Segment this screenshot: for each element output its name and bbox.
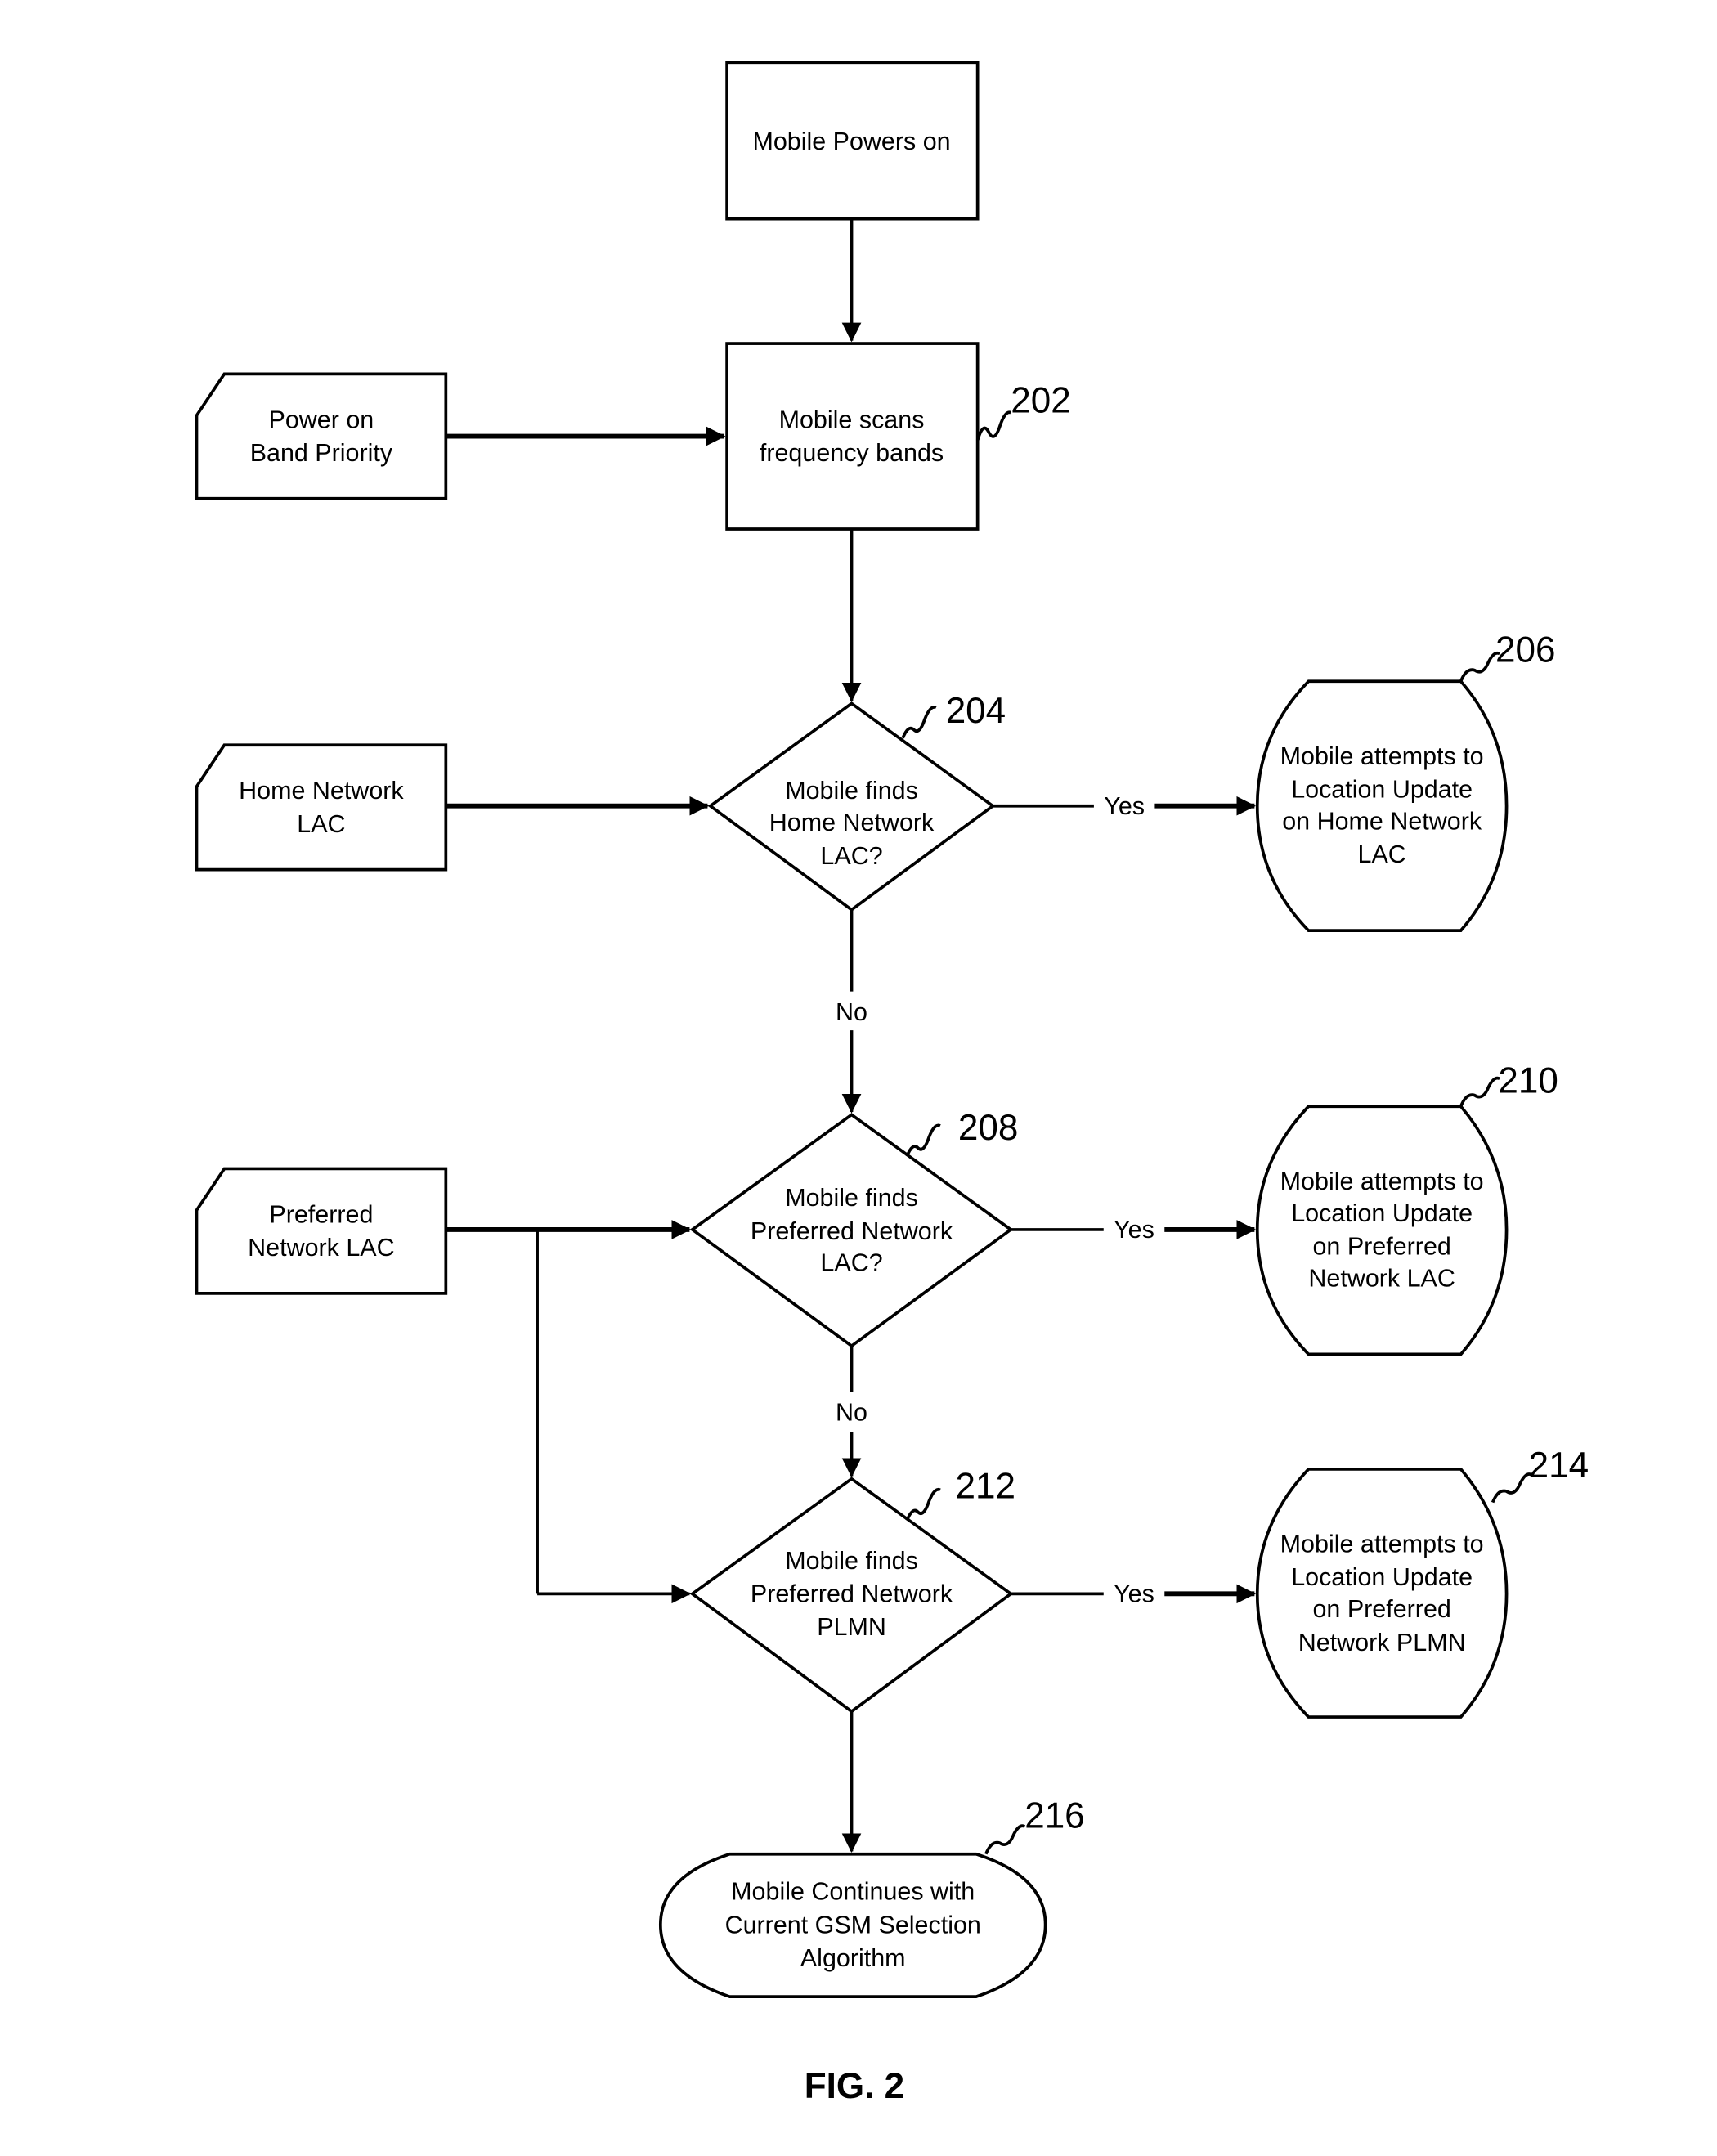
update-home-label-4: LAC bbox=[1358, 840, 1406, 868]
ref-216: 216 bbox=[1024, 1796, 1084, 1836]
node-decision-pref-plmn: Mobile finds Preferred Network PLMN 212 bbox=[689, 1466, 1015, 1714]
decision-pref-lac-label-1: Mobile finds bbox=[785, 1184, 918, 1212]
decision-home-label-2: Home Network bbox=[769, 809, 935, 836]
edge-label-yes-pref-lac: Yes bbox=[1114, 1216, 1154, 1244]
ref-leader-214 bbox=[1491, 1472, 1532, 1504]
ref-214: 214 bbox=[1529, 1446, 1589, 1486]
flowchart: Mobile Powers on Mobile scans frequency … bbox=[195, 61, 1589, 2106]
decision-pref-lac-label-2: Preferred Network bbox=[751, 1217, 953, 1245]
node-power-on: Mobile Powers on bbox=[725, 61, 980, 221]
ref-210: 210 bbox=[1498, 1060, 1558, 1100]
ref-204: 204 bbox=[946, 691, 1006, 731]
ref-leader-202 bbox=[975, 410, 1012, 442]
node-pref-lac-input: Preferred Network LAC bbox=[195, 1167, 448, 1295]
home-lac-input-label-1: Home Network bbox=[239, 777, 404, 805]
ref-212: 212 bbox=[956, 1466, 1015, 1506]
update-pref-plmn-label-1: Mobile attempts to bbox=[1280, 1531, 1484, 1558]
decision-pref-plmn-label-1: Mobile finds bbox=[785, 1547, 918, 1575]
edge-label-yes-pref-plmn: Yes bbox=[1114, 1580, 1154, 1608]
ref-leader-208 bbox=[905, 1123, 941, 1157]
edge-label-no-pref-lac: No bbox=[836, 1399, 867, 1427]
node-power-on-label: Mobile Powers on bbox=[752, 128, 950, 155]
update-pref-lac-label-1: Mobile attempts to bbox=[1280, 1168, 1484, 1195]
ref-208: 208 bbox=[958, 1108, 1018, 1148]
home-lac-input-label-2: LAC bbox=[297, 810, 345, 838]
pref-lac-input-label-2: Network LAC bbox=[248, 1234, 394, 1262]
update-pref-plmn-label-3: on Preferred bbox=[1312, 1595, 1450, 1623]
node-update-pref-lac: Mobile attempts to Location Update on Pr… bbox=[1255, 1060, 1558, 1356]
continue-gsm-label-2: Current GSM Selection bbox=[725, 1911, 981, 1939]
decision-pref-plmn-label-2: Preferred Network bbox=[751, 1580, 953, 1608]
edge-label-yes-home: Yes bbox=[1104, 792, 1145, 820]
ref-leader-216 bbox=[984, 1824, 1026, 1855]
update-home-label-3: on Home Network bbox=[1282, 808, 1482, 836]
ref-202: 202 bbox=[1011, 381, 1070, 421]
ref-leader-212 bbox=[905, 1487, 941, 1522]
update-pref-lac-label-2: Location Update bbox=[1291, 1199, 1473, 1227]
continue-gsm-label-3: Algorithm bbox=[800, 1944, 906, 1972]
node-update-home: Mobile attempts to Location Update on Ho… bbox=[1255, 630, 1555, 932]
decision-home-label-3: LAC? bbox=[820, 842, 882, 870]
decision-pref-plmn-label-3: PLMN bbox=[817, 1613, 886, 1641]
update-pref-lac-label-4: Network LAC bbox=[1308, 1264, 1455, 1292]
node-band-priority-label-2: Band Priority bbox=[250, 439, 393, 467]
ref-leader-206 bbox=[1459, 651, 1500, 683]
node-scan-label-2: frequency bands bbox=[760, 439, 944, 467]
figure-caption: FIG. 2 bbox=[805, 2066, 904, 2106]
update-home-label-2: Location Update bbox=[1291, 776, 1473, 804]
update-pref-plmn-label-4: Network PLMN bbox=[1298, 1629, 1466, 1656]
node-decision-pref-lac: Mobile finds Preferred Network LAC? 208 bbox=[689, 1108, 1018, 1348]
node-scan: Mobile scans frequency bands 202 bbox=[725, 342, 1071, 531]
decision-home-label-1: Mobile finds bbox=[785, 777, 918, 805]
edge-label-no-home: No bbox=[836, 998, 867, 1026]
pref-lac-input-label-1: Preferred bbox=[269, 1200, 373, 1228]
node-home-lac-input: Home Network LAC bbox=[195, 743, 448, 872]
ref-206: 206 bbox=[1495, 630, 1555, 670]
ref-leader-204 bbox=[901, 706, 937, 739]
update-home-label-1: Mobile attempts to bbox=[1280, 742, 1484, 770]
node-decision-home: Mobile finds Home Network LAC? 204 bbox=[707, 691, 1006, 912]
node-continue-gsm: Mobile Continues with Current GSM Select… bbox=[658, 1796, 1085, 1999]
ref-leader-210 bbox=[1459, 1076, 1500, 1107]
node-update-pref-plmn: Mobile attempts to Location Update on Pr… bbox=[1255, 1446, 1589, 1719]
node-band-priority: Power on Band Priority bbox=[195, 372, 448, 500]
update-pref-plmn-label-2: Location Update bbox=[1291, 1563, 1473, 1591]
node-band-priority-label-1: Power on bbox=[269, 406, 374, 433]
node-scan-label-1: Mobile scans bbox=[779, 406, 925, 433]
continue-gsm-label-1: Mobile Continues with bbox=[731, 1878, 975, 1906]
decision-pref-lac-label-3: LAC? bbox=[820, 1249, 882, 1277]
update-pref-lac-label-3: on Preferred bbox=[1312, 1232, 1450, 1260]
